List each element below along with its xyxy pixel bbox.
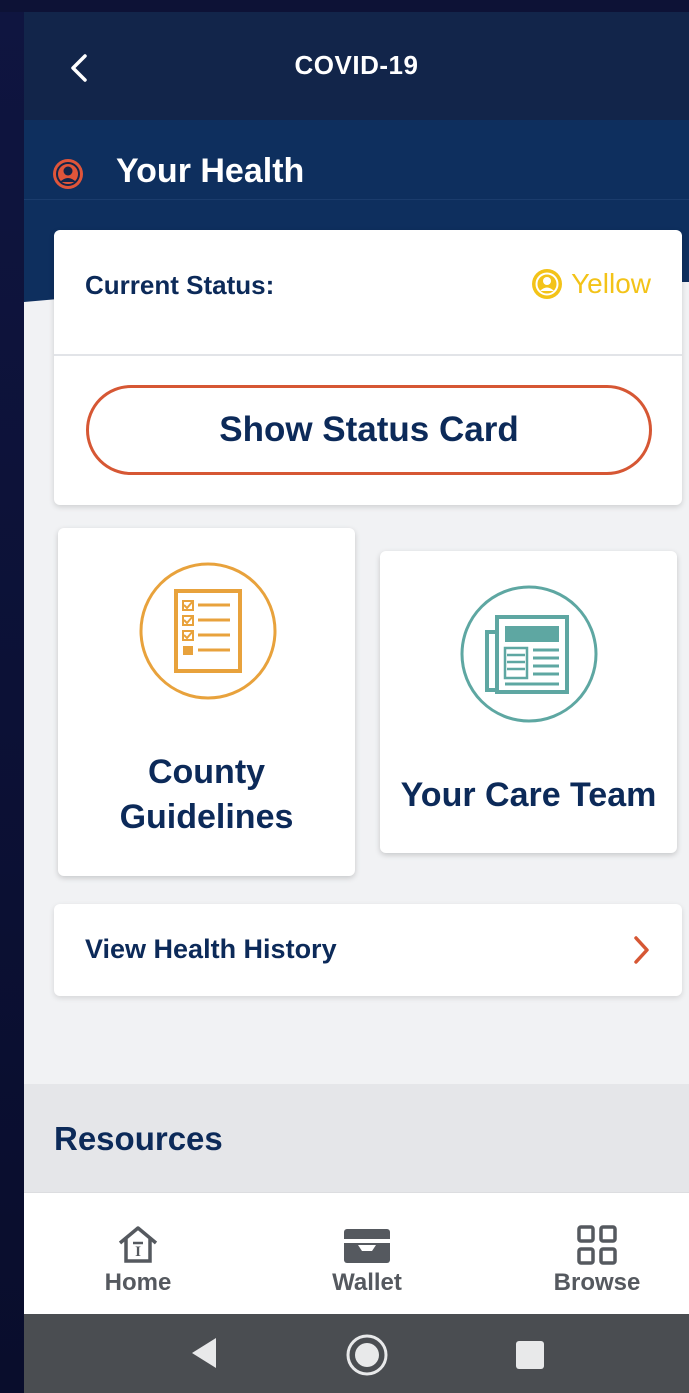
system-recents-icon[interactable] <box>515 1340 545 1370</box>
home-icon: I <box>118 1226 158 1263</box>
show-status-card-button[interactable]: Show Status Card <box>86 385 652 475</box>
nav-home[interactable]: I Home <box>38 1193 238 1315</box>
wallet-icon <box>344 1229 390 1263</box>
nav-home-label: Home <box>104 1269 172 1296</box>
newspaper-icon <box>460 585 598 723</box>
background-left <box>0 0 24 1393</box>
nav-browse[interactable]: Browse <box>497 1193 689 1315</box>
section-title-your-health: Your Health <box>116 152 305 190</box>
status-label: Current Status: <box>85 270 275 300</box>
page-title: COVID-19 <box>294 50 419 80</box>
your-care-team-tile[interactable]: Your Care Team <box>380 551 677 853</box>
county-guidelines-tile[interactable]: County Guidelines <box>58 528 355 876</box>
nav-wallet-label: Wallet <box>332 1269 402 1296</box>
status-value-text: Yellow <box>571 268 651 299</box>
county-guidelines-label: County Guidelines <box>119 753 294 836</box>
status-card: Current Status: Yellow Show Status Card <box>54 230 682 505</box>
checklist-icon <box>139 562 277 700</box>
nav-browse-label: Browse <box>553 1269 641 1296</box>
app-screen: COVID-19 Your Health Current Status: Yel… <box>24 12 689 1393</box>
resources-section: Resources <box>24 1084 689 1194</box>
system-home-icon[interactable] <box>346 1334 388 1376</box>
svg-text:I: I <box>135 1244 141 1260</box>
bottom-nav: I Home Wallet Browse <box>24 1192 689 1314</box>
grid-icon <box>577 1225 617 1265</box>
status-user-icon <box>532 269 563 299</box>
view-health-history-row[interactable]: View Health History <box>54 904 682 996</box>
background-top <box>0 0 689 12</box>
your-care-team-label: Your Care Team <box>400 776 657 814</box>
app-bar: COVID-19 <box>24 12 689 120</box>
view-health-history-label: View Health History <box>85 934 337 964</box>
system-back-icon[interactable] <box>189 1336 219 1370</box>
status-value: Yellow <box>531 268 651 300</box>
nav-wallet[interactable]: Wallet <box>267 1193 467 1315</box>
system-nav-bar <box>24 1314 689 1393</box>
divider <box>54 354 682 356</box>
chevron-right-icon <box>634 936 649 964</box>
resources-title: Resources <box>54 1120 223 1157</box>
user-circle-icon <box>53 159 83 189</box>
